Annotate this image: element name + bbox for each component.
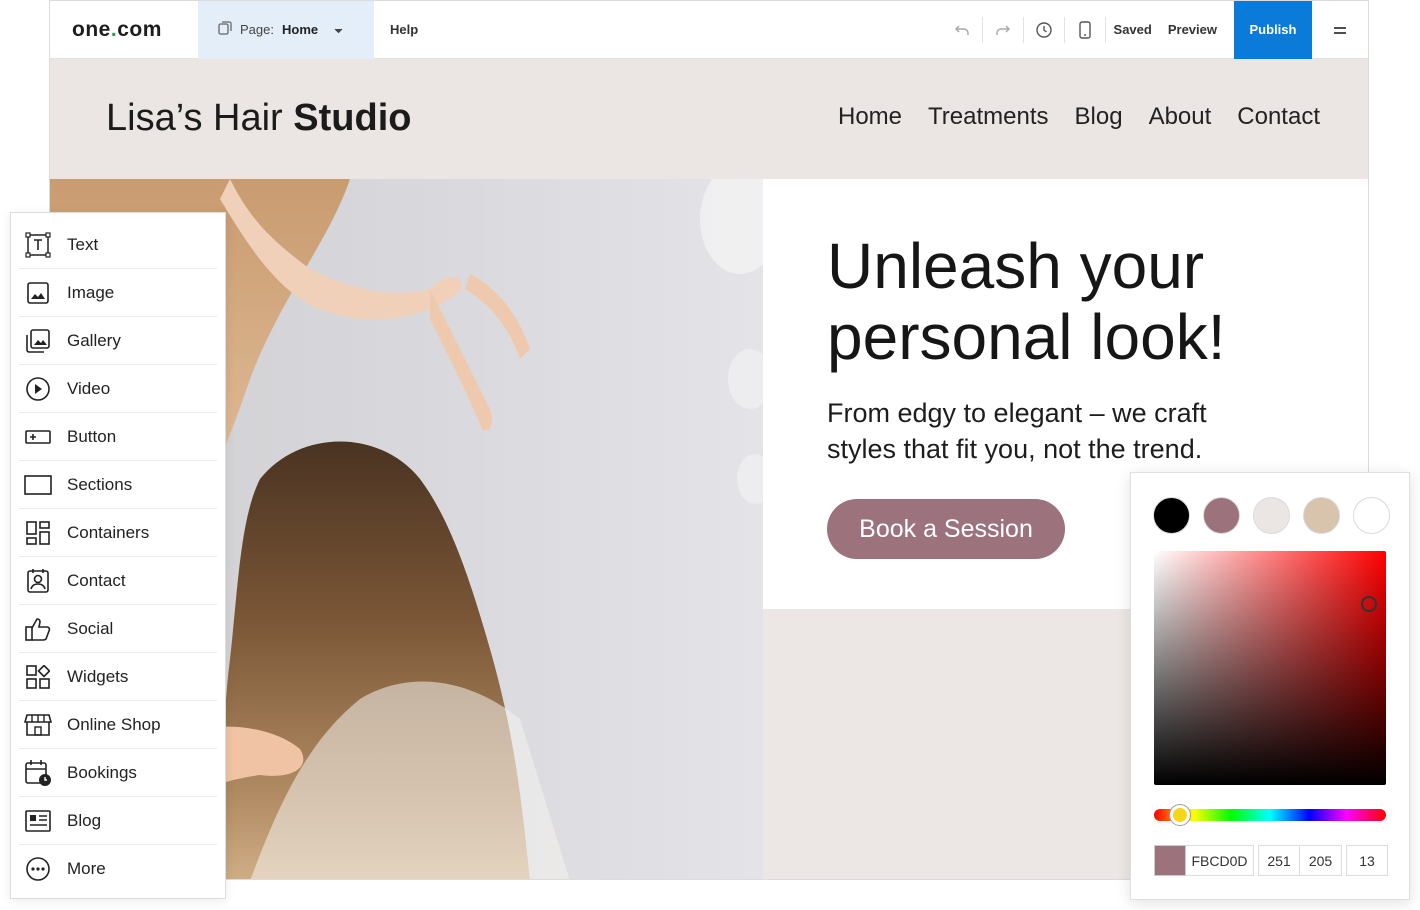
swatch-beige[interactable] [1303,497,1340,534]
saved-status: Saved [1113,22,1152,37]
hero-headline[interactable]: Unleash your personal look! [827,231,1287,373]
panel-item-more[interactable]: More [19,845,217,893]
color-swatches [1153,497,1390,534]
video-icon [23,374,53,404]
logo-suffix: com [117,17,162,41]
panel-item-image[interactable]: Image [19,269,217,317]
green-input[interactable]: 205 [1300,845,1342,876]
help-link[interactable]: Help [390,22,418,37]
stage: one.com Page: Home Help Saved Preview Pu… [0,0,1420,910]
panel-item-label: Containers [67,522,150,542]
red-input[interactable]: 251 [1258,845,1300,876]
panel-item-text[interactable]: Text [19,221,217,269]
logo-text: one [72,17,111,41]
panel-item-contact[interactable]: Contact [19,557,217,605]
panel-item-label: Widgets [67,666,129,686]
book-session-button[interactable]: Book a Session [827,499,1065,559]
nav-item-contact[interactable]: Contact [1237,103,1320,131]
pages-icon [218,21,232,38]
page-selector[interactable]: Page: Home [198,1,374,59]
panel-item-label: Bookings [67,762,137,782]
panel-item-label: Blog [67,810,102,830]
panel-item-widgets[interactable]: Widgets [19,653,217,701]
color-values-row: FBCD0D 251 205 13 [1154,845,1388,876]
site-header: Lisa’s Hair Studio Home Treatments Blog … [50,59,1368,179]
saturation-value-area[interactable] [1154,551,1386,785]
panel-item-label: Online Shop [67,714,161,734]
panel-item-label: Image [67,282,115,302]
hero-subline[interactable]: From edgy to elegant – we craft styles t… [827,395,1267,467]
containers-icon [23,518,53,548]
blue-input[interactable]: 13 [1346,845,1388,876]
swatch-light-gray[interactable] [1253,497,1290,534]
brand-bold: Studio [293,97,412,139]
mobile-view-icon[interactable] [1065,1,1105,59]
saturation-handle[interactable] [1361,596,1377,612]
page-selector-label: Page: [240,22,274,37]
current-color-preview [1154,845,1186,876]
panel-item-label: Gallery [67,330,121,350]
contact-icon [23,566,53,596]
hue-handle[interactable] [1170,805,1190,825]
panel-item-online-shop[interactable]: Online Shop [19,701,217,749]
panel-item-social[interactable]: Social [19,605,217,653]
swatch-white[interactable] [1353,497,1390,534]
panel-item-video[interactable]: Video [19,365,217,413]
nav-item-home[interactable]: Home [838,103,902,131]
more-icon [23,854,53,884]
shop-icon [23,710,53,740]
panel-item-label: More [67,859,106,878]
menu-icon[interactable] [1312,1,1368,59]
undo-icon[interactable] [942,1,982,59]
nav-item-blog[interactable]: Blog [1075,103,1123,131]
swatch-black[interactable] [1153,497,1190,534]
hex-input[interactable]: FBCD0D [1186,845,1254,876]
panel-item-label: Video [67,378,111,398]
color-picker: FBCD0D 251 205 13 [1130,472,1410,900]
one-com-logo[interactable]: one.com [50,18,198,42]
site-brand[interactable]: Lisa’s Hair Studio [106,97,411,140]
panel-item-label: Button [67,426,117,446]
nav-item-treatments[interactable]: Treatments [928,103,1048,131]
brand-light: Lisa’s Hair [106,97,294,139]
blog-icon [23,806,53,836]
sections-icon [23,470,53,500]
social-icon [23,614,53,644]
preview-button[interactable]: Preview [1160,22,1225,37]
bookings-icon [23,758,53,788]
panel-item-label: Text [67,234,99,254]
image-icon [23,278,53,308]
chevron-down-icon [334,22,343,37]
page-selector-value: Home [281,22,319,37]
panel-item-label: Contact [67,570,126,590]
panel-item-containers[interactable]: Containers [19,509,217,557]
text-icon [23,230,53,260]
editor-toolbar: one.com Page: Home Help Saved Preview Pu… [50,1,1368,59]
swatch-mauve[interactable] [1203,497,1240,534]
widgets-icon [23,662,53,692]
hue-slider[interactable] [1154,805,1386,825]
panel-item-button[interactable]: Button [19,413,217,461]
publish-button[interactable]: Publish [1234,1,1312,59]
panel-item-blog[interactable]: Blog [19,797,217,845]
panel-item-label: Sections [67,474,133,494]
button-icon [23,422,53,452]
site-nav: Home Treatments Blog About Contact [838,103,1320,131]
panel-item-label: Social [67,618,114,638]
gallery-icon [23,326,53,356]
redo-icon[interactable] [983,1,1023,59]
panel-item-sections[interactable]: Sections [19,461,217,509]
panel-item-bookings[interactable]: Bookings [19,749,217,797]
nav-item-about[interactable]: About [1149,103,1212,131]
panel-item-gallery[interactable]: Gallery [19,317,217,365]
history-icon[interactable] [1024,1,1064,59]
widget-panel: Text Image Gallery Video Button Sections… [10,212,226,899]
